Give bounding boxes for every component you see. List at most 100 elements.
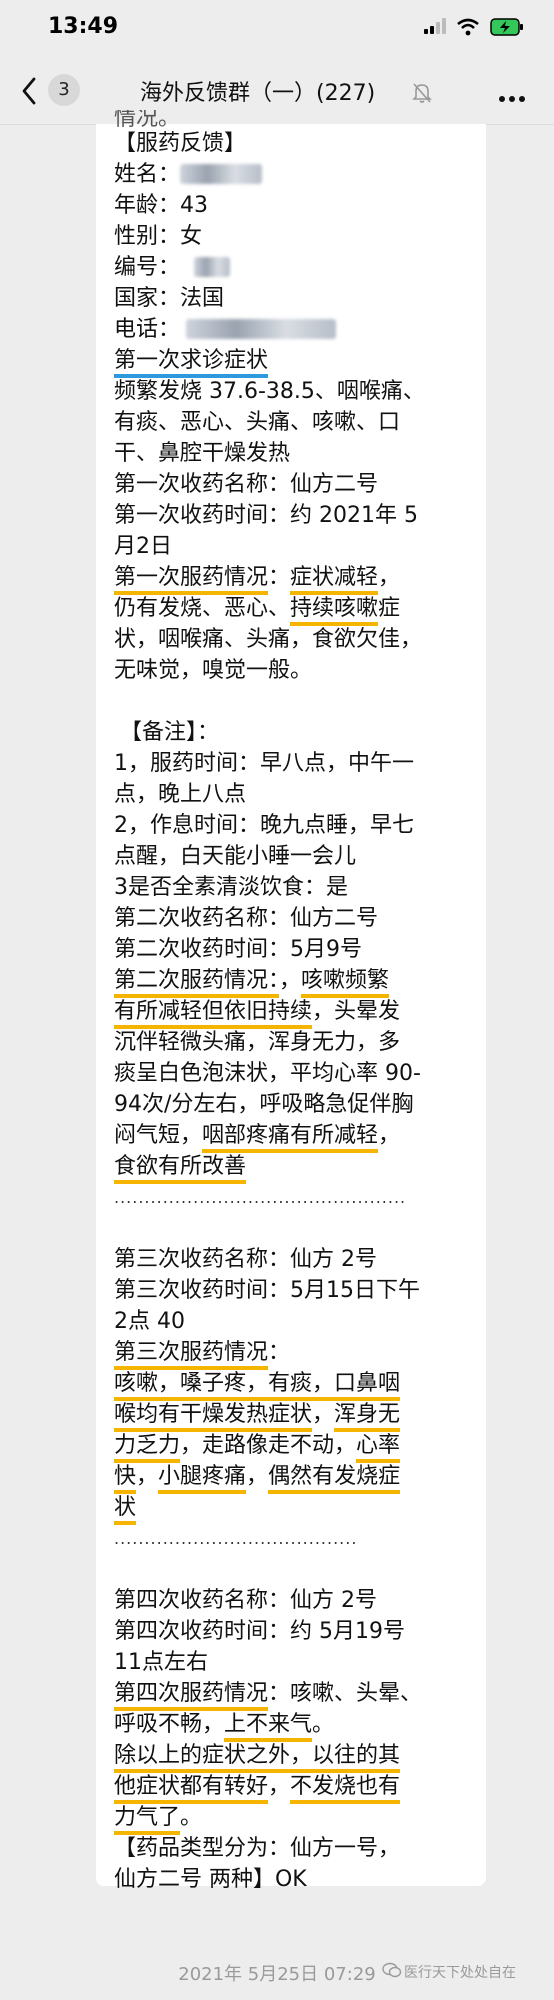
fourth-effect-line4: 他症状都有转好，不发烧也有 [114,1771,486,1804]
notes-line: 点，晚上八点 [114,782,247,807]
third-med-name: 第三次收药名称：仙方 2号 [114,1247,377,1272]
colon: ： [268,565,291,590]
fourth-effect-row: 第四次服药情况：咳嗽、头晕、 [114,1678,486,1711]
partial-line: 情况。 [114,110,181,128]
second-effect-line2: 有所减轻但依旧持续，头晕发 [114,996,486,1029]
highlight-segment: 小腿疼痛 [158,1464,247,1494]
punctuation: ， [279,968,302,993]
notes-title: 【备注】： [120,720,220,745]
first-med-name: 第一次收药名称：仙方二号 [114,472,379,497]
highlight-segment: 咽部疼痛有所减轻 [202,1123,379,1153]
phone-label: 电话： [114,317,181,342]
second-med-time: 第二次收药时间：5月9号 [114,937,362,962]
second-med-name: 第二次收药名称：仙方二号 [114,906,379,931]
fourth-effect-line2: 呼吸不畅，上不来气。 [114,1709,486,1742]
redacted-name [180,164,263,184]
types-line1: 【药品类型分为：仙方一号， [114,1836,401,1861]
highlight-segment: 有痰， [268,1371,335,1401]
text-segment: ：咳嗽、头晕、 [268,1681,423,1706]
first-effect-row: 第一次服药情况：症状减轻， [114,562,486,595]
status-bar: 13:49 [0,0,554,58]
signal-icon [424,18,448,38]
section-title: 【服药反馈】 [114,131,247,156]
first-effect-label: 第一次服药情况 [114,565,269,595]
gender-label: 性别： [114,224,181,249]
highlight-segment: 浑身无 [334,1402,401,1432]
punctuation: ， [136,1464,159,1489]
age-label: 年龄： [114,193,181,218]
battery-charging-icon [490,18,524,40]
punctuation: ， [312,1402,335,1427]
highlight-segment: 力气了 [114,1805,181,1835]
first-visit-title: 第一次求诊症状 [114,348,269,378]
highlight-segment: 力乏力 [114,1433,181,1463]
highlight-segment: 持续咳嗽 [290,596,379,626]
back-chevron-icon[interactable] [20,76,38,110]
mute-bell-icon [412,82,432,108]
colon: ： [268,1340,291,1365]
highlight-segment: 他症状都有转好 [114,1774,269,1804]
highlight-segment: 口鼻咽 [334,1371,401,1401]
text-segment: 闷气短， [114,1123,203,1148]
third-effect-line1: 咳嗽，嗓子疼，有痰，口鼻咽 [114,1368,486,1401]
id-label: 编号： [114,255,181,280]
name-row: 姓名： [114,159,486,190]
highlight-segment: 有所减轻但依旧持续 [114,999,313,1029]
highlight-segment: 状 [114,1495,137,1525]
third-effect-line2: 喉均有干燥发热症状，浑身无 [114,1399,486,1432]
redacted-phone [186,319,337,339]
highlight-segment: 咳嗽， [114,1371,181,1401]
first-effect-highlight: 症状减轻 [290,565,379,595]
country-value: 法国 [180,286,225,311]
fourth-med-time-cont: 11点左右 [114,1650,208,1675]
third-effect-row: 第三次服药情况： [114,1337,486,1370]
third-effect-line5: 状 [114,1492,486,1525]
watermark-text: 医行天下处处自在 [404,1965,516,1981]
third-med-time-cont: 2点 40 [114,1309,185,1334]
third-effect-line3: 力乏力，走路像走不动，心率 [114,1430,486,1463]
first-effect-line4: 无味觉，嗅觉一般。 [114,658,313,683]
highlight-segment: 快 [114,1464,137,1494]
message-bubble[interactable]: 情况。 【服药反馈】 姓名： 年龄：43 性别：女 编号： 国家：法国 电话： … [96,110,486,1892]
first-visit-line: 频繁发烧 37.6-38.5、咽喉痛、 [114,379,425,404]
fourth-med-time: 第四次收药时间：约 5月19号 [114,1619,405,1644]
third-med-time: 第三次收药时间：5月15日下午 [114,1278,420,1303]
first-visit-line: 干、鼻腔干燥发热 [114,441,291,466]
punctuation: 。 [180,1805,203,1830]
highlight-segment: 咳嗽频繁 [301,968,390,998]
highlight-segment: 嗓子疼， [180,1371,269,1401]
second-effect-line5: 94次/分左右，呼吸略急促伴胸 [114,1092,414,1117]
highlight-segment: 心率 [356,1433,401,1463]
redacted-id [194,257,231,277]
unread-count-badge[interactable]: 3 [48,74,80,106]
dotted-separator: ........................................… [114,1188,407,1207]
punctuation: ， [378,1123,401,1148]
gender-value: 女 [180,224,203,249]
first-effect-line2: 仍有发烧、恶心、持续咳嗽症 [114,593,486,626]
first-med-time-cont: 月2日 [114,534,172,559]
punctuation: ， [268,1774,291,1799]
text-segment: ，走路像走不动， [180,1433,357,1458]
punctuation: ， [378,565,401,590]
highlight-segment: 偶然有发烧症 [268,1464,401,1494]
second-effect-line4: 痰呈白色泡沫状，平均心率 90- [114,1061,421,1086]
second-effect-line3: 沉伴轻微头痛，浑身无力，多 [114,1030,401,1055]
text-segment: 仍有发烧、恶心、 [114,596,291,621]
second-effect-line7: 食欲有所改善 [114,1151,486,1184]
name-label: 姓名： [114,162,181,187]
more-dots-icon[interactable] [498,88,526,107]
message-text: 情况。 【服药反馈】 姓名： 年龄：43 性别：女 编号： 国家：法国 电话： … [114,110,486,1895]
highlight-segment: 上不来气 [224,1712,313,1742]
punctuation: 。 [312,1712,335,1737]
notes-line: 点醒，白天能小睡一会儿 [114,844,357,869]
text-segment: 症 [378,596,401,621]
first-visit-line: 有痰、恶心、头痛、咳嗽、口 [114,410,401,435]
second-effect-line6: 闷气短，咽部疼痛有所减轻， [114,1120,486,1153]
country-row: 国家：法国 [114,283,486,314]
first-effect-line3: 状，咽喉痛、头痛，食欲欠佳， [114,627,423,652]
highlight-segment: 食欲有所改善 [114,1154,247,1184]
notes-line: 2，作息时间：晚九点睡，早七 [114,813,414,838]
phone-row: 电话： [114,314,486,345]
fourth-effect-line5: 力气了。 [114,1802,486,1835]
